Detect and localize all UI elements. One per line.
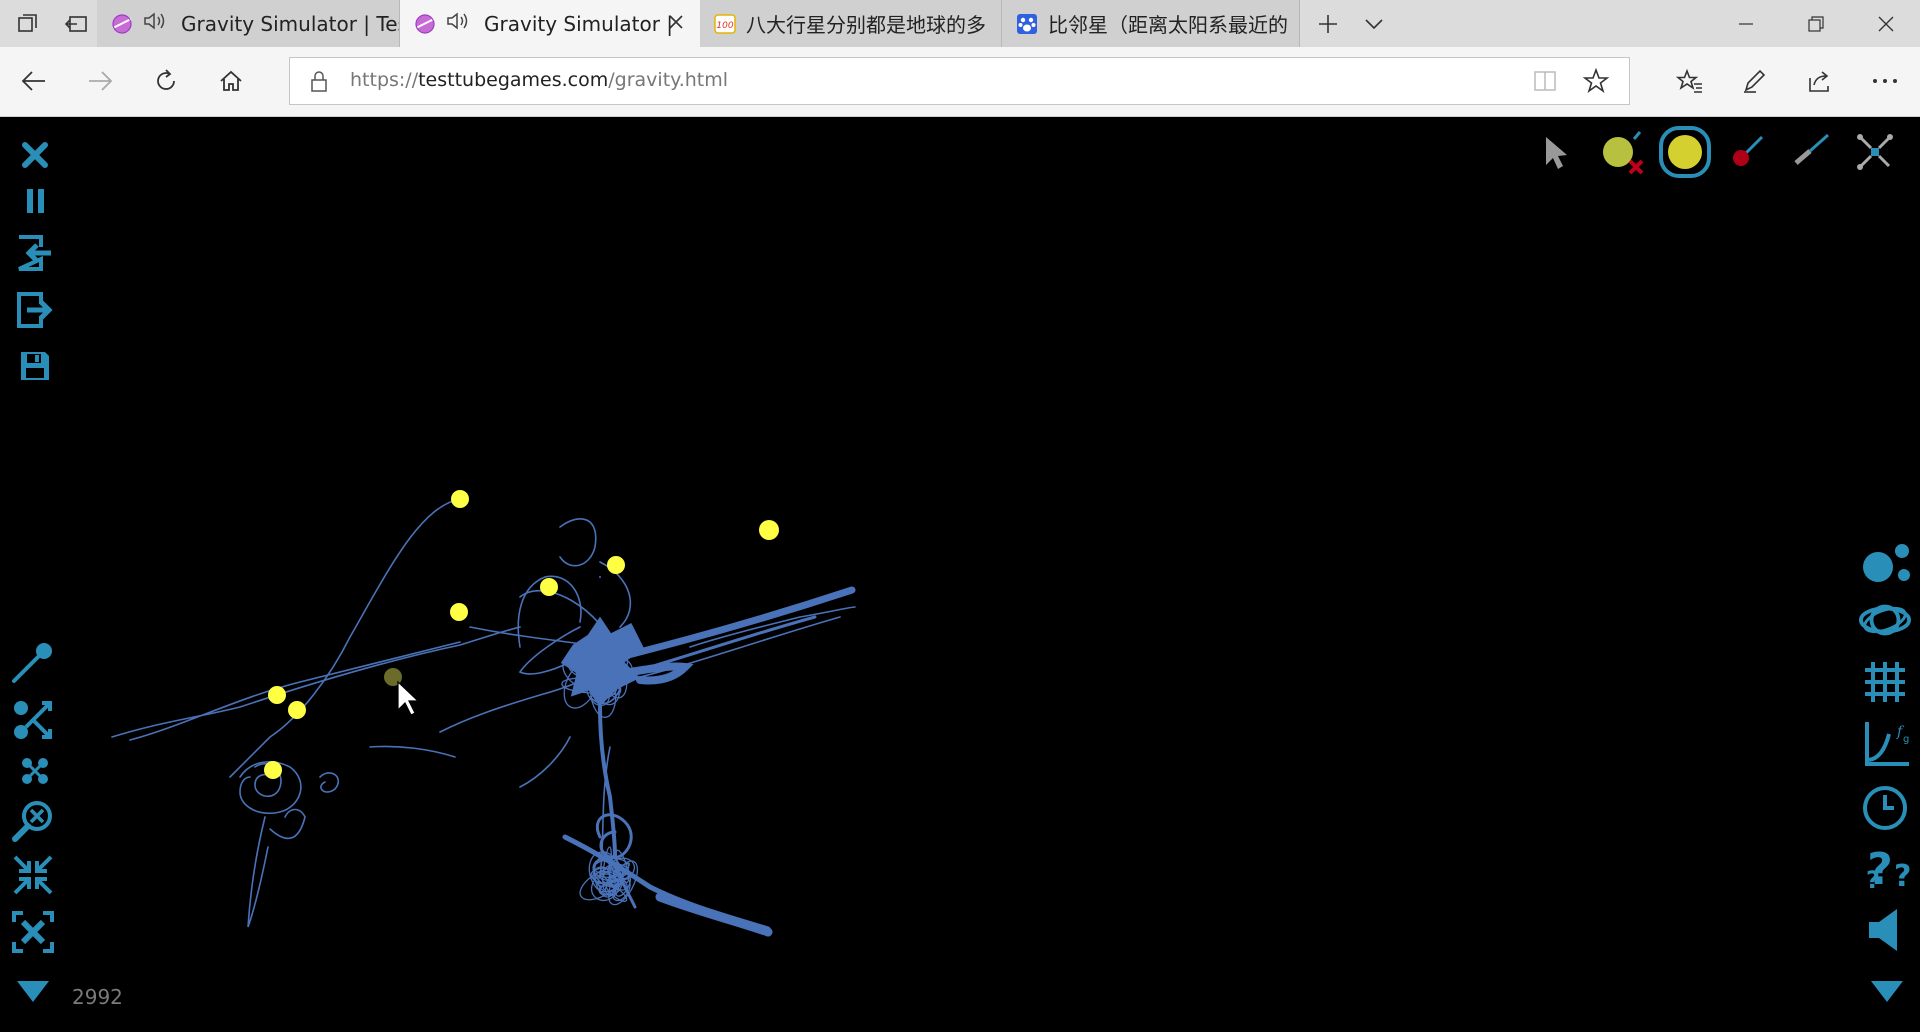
tab-gravity-simulator-2[interactable]: Gravity Simulator | [400, 0, 700, 47]
tab-title: Gravity Simulator | Test [181, 11, 399, 36]
graph-icon[interactable]: fg [1858, 717, 1912, 771]
add-body-icon[interactable] [1658, 125, 1712, 179]
favorite-star-icon[interactable] [1582, 67, 1610, 98]
step-counter: 2992 [72, 985, 123, 1009]
tab-title: 比邻星（距离太阳系最近的 [1048, 13, 1288, 37]
body [450, 603, 468, 621]
url-text: https://testtubegames.com/gravity.html [350, 69, 728, 91]
body [759, 520, 779, 540]
menu-down-icon[interactable] [1866, 974, 1908, 1008]
collide-icon[interactable] [14, 751, 56, 791]
restore-icon[interactable] [1788, 0, 1844, 47]
help-icon[interactable]: ??? [1858, 841, 1912, 895]
center-icon[interactable] [10, 909, 56, 955]
grid-icon[interactable] [1858, 655, 1912, 709]
close-window-icon[interactable] [1858, 0, 1914, 47]
svg-text:?: ? [1894, 859, 1911, 894]
url-field[interactable]: https://testtubegames.com/gravity.html [289, 57, 1630, 105]
set-aside-tabs-icon[interactable] [56, 0, 96, 47]
trail [319, 772, 340, 793]
tab-title: Gravity Simulator | [484, 11, 674, 36]
browser-address-bar: https://testtubegames.com/gravity.html [0, 47, 1920, 117]
menu-down-icon[interactable] [12, 974, 54, 1008]
tab-list-chevron-icon[interactable] [1354, 0, 1394, 47]
mouse-cursor-icon [397, 680, 420, 716]
svg-text:100: 100 [716, 21, 733, 31]
trail [247, 816, 269, 928]
pause-icon[interactable] [14, 183, 56, 219]
tab-planets[interactable]: 100 八大行星分别都是地球的多 [700, 0, 1002, 47]
save-icon[interactable] [14, 345, 56, 387]
clock-icon[interactable] [1858, 781, 1912, 835]
velocity-tool-icon[interactable] [10, 639, 56, 685]
trail [519, 736, 571, 788]
share-icon[interactable] [1797, 59, 1841, 103]
trail-thick [655, 892, 773, 937]
svg-text:?: ? [1866, 866, 1880, 894]
new-tab-icon[interactable] [1308, 0, 1348, 47]
body [264, 761, 282, 779]
export-icon[interactable] [14, 289, 56, 331]
tab-title: 八大行星分别都是地球的多 [746, 13, 986, 37]
trail [369, 745, 456, 758]
minimize-icon[interactable] [1718, 0, 1774, 47]
tab-manager-icon[interactable] [8, 0, 48, 47]
favorites-hub-icon[interactable] [1668, 59, 1712, 103]
bodies-icon[interactable] [1858, 539, 1912, 587]
close-icon[interactable] [14, 137, 56, 173]
pen-notes-icon[interactable] [1733, 59, 1777, 103]
trail [269, 808, 306, 840]
lock-icon[interactable] [310, 70, 328, 96]
planet-icon [111, 13, 133, 35]
body [451, 490, 469, 508]
simulation-canvas[interactable]: 2992 fg ??? [0, 117, 1920, 1032]
trail [229, 498, 461, 778]
home-icon[interactable] [209, 59, 253, 103]
import-icon[interactable] [14, 232, 56, 274]
paw-icon [1016, 13, 1038, 35]
speaker-icon[interactable] [446, 11, 472, 36]
body [268, 686, 286, 704]
page-icon: 100 [714, 13, 736, 35]
simulation-scene [111, 490, 856, 937]
zoom-icon[interactable] [10, 797, 56, 843]
pointer-icon[interactable] [1532, 129, 1578, 175]
back-arrow-icon[interactable] [12, 59, 56, 103]
shuffle-icon[interactable] [10, 697, 56, 743]
tab-gravity-simulator-1[interactable]: Gravity Simulator | Test [97, 0, 400, 47]
close-tab-icon[interactable] [666, 12, 686, 37]
add-red-body-icon[interactable] [1724, 129, 1770, 175]
more-options-icon[interactable] [1863, 59, 1907, 103]
url-path: /gravity.html [608, 69, 729, 91]
body [288, 701, 306, 719]
add-small-body-icon[interactable] [1596, 127, 1646, 177]
trail-thick [626, 662, 694, 685]
reading-view-icon[interactable] [1533, 70, 1557, 96]
tab-proxima[interactable]: 比邻星（距离太阳系最近的 [1002, 0, 1300, 47]
scatter-icon[interactable] [1852, 129, 1898, 175]
trail [559, 518, 597, 567]
url-scheme: https:// [350, 69, 419, 91]
orbit-trails [111, 498, 856, 928]
browser-tab-bar: Gravity Simulator | Test Gravity Simulat… [0, 0, 1920, 47]
refresh-icon[interactable] [144, 59, 188, 103]
collapse-icon[interactable] [10, 852, 56, 898]
url-host: testtubegames.com [418, 69, 609, 91]
brush-icon[interactable] [1788, 129, 1834, 175]
sound-icon[interactable] [1858, 903, 1912, 957]
orbit-icon[interactable] [1858, 597, 1912, 643]
planet-icon [414, 13, 436, 35]
body [607, 556, 625, 574]
speaker-icon[interactable] [143, 11, 169, 36]
svg-text:g: g [1903, 734, 1909, 745]
trail [111, 626, 521, 738]
forward-arrow-icon[interactable] [78, 59, 122, 103]
body [540, 578, 558, 596]
